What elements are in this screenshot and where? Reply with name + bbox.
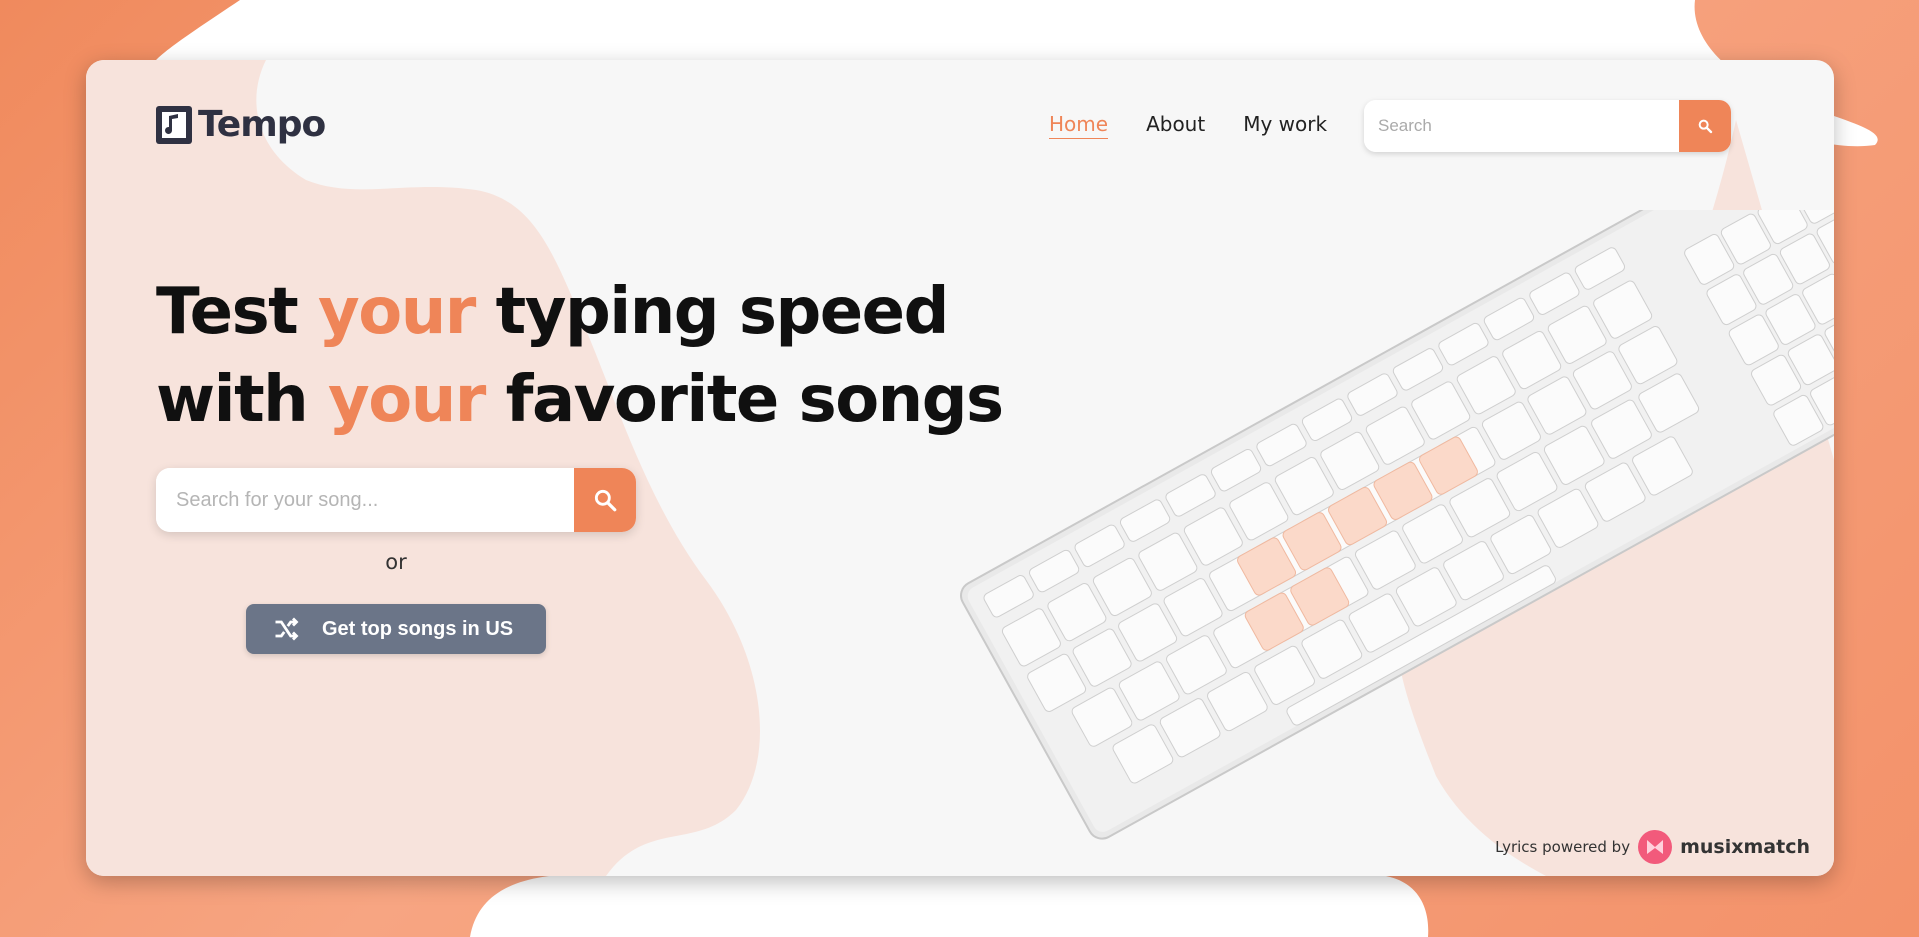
main-nav: Home About My work: [1049, 112, 1327, 139]
main-card: Tempo Home About My work Test your typin…: [86, 60, 1834, 876]
powered-by-text: Lyrics powered by: [1495, 838, 1631, 856]
nav-my-work[interactable]: My work: [1243, 112, 1327, 139]
lyrics-credit: Lyrics powered by musixmatch: [1495, 830, 1810, 864]
brand-logo[interactable]: Tempo: [156, 104, 326, 145]
header-search: [1364, 100, 1731, 152]
hero-line-1: Test your typing speed: [156, 275, 949, 349]
keyboard-illustration: [960, 118, 1834, 840]
hero-accent: your: [318, 275, 476, 349]
search-icon: [1698, 119, 1713, 134]
music-note-icon: [156, 105, 192, 144]
keyboard-image: [866, 118, 1834, 876]
shuffle-icon: [275, 617, 299, 641]
song-search-button[interactable]: [574, 468, 636, 532]
hero-text: with: [156, 363, 328, 437]
header-search-button[interactable]: [1679, 100, 1731, 152]
or-separator: or: [385, 550, 407, 574]
top-songs-button[interactable]: Get top songs in US: [246, 604, 546, 654]
song-search: [156, 468, 636, 532]
nav-home[interactable]: Home: [1049, 112, 1109, 139]
nav-about[interactable]: About: [1146, 112, 1205, 139]
brand-name: Tempo: [198, 104, 326, 145]
search-icon: [594, 489, 617, 512]
hero-accent: your: [328, 363, 486, 437]
song-search-input[interactable]: [156, 468, 574, 532]
musixmatch-logo-icon: [1638, 830, 1673, 864]
musixmatch-logo-text[interactable]: musixmatch: [1680, 836, 1810, 858]
top-songs-label: Get top songs in US: [322, 617, 514, 640]
hero-text: Test: [156, 275, 319, 349]
header-search-input[interactable]: [1364, 100, 1679, 152]
